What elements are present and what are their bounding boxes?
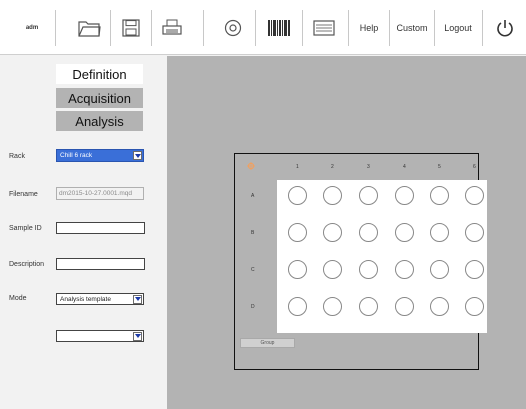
well-D1[interactable]: [288, 297, 307, 316]
chevron-down-icon[interactable]: [133, 151, 142, 160]
toolbar-separator: [151, 10, 152, 46]
description-input[interactable]: [56, 258, 145, 270]
user-label: adm: [25, 25, 39, 31]
well-C5[interactable]: [430, 260, 449, 279]
mode-select[interactable]: Analysis template: [56, 293, 144, 305]
well-A6[interactable]: [465, 186, 484, 205]
help-button[interactable]: Help: [352, 8, 386, 48]
extra-select[interactable]: [56, 330, 144, 342]
filename-field: dm2015-10-27.0001.mqd: [56, 187, 144, 200]
row-label: B: [251, 230, 255, 236]
print-button[interactable]: [153, 8, 191, 48]
well-B1[interactable]: [288, 223, 307, 242]
chevron-down-icon[interactable]: [133, 331, 142, 341]
logout-label: Logout: [444, 23, 472, 33]
toolbar-separator: [389, 10, 390, 46]
column-label: 4: [403, 164, 406, 170]
toolbar-separator: [434, 10, 435, 46]
rack-select-value: Chill 6 rack: [60, 152, 93, 159]
well-D6[interactable]: [465, 297, 484, 316]
row-label: D: [251, 304, 255, 310]
chevron-down-icon[interactable]: [133, 294, 142, 304]
row-label: C: [251, 267, 255, 273]
open-folder-icon: [78, 21, 101, 37]
toolbar-separator: [110, 10, 111, 46]
column-label: 3: [367, 164, 370, 170]
workspace: Group 1 2 3 4 5 6 A B C D: [167, 56, 526, 409]
sample-id-input[interactable]: [56, 222, 145, 234]
well-A5[interactable]: [430, 186, 449, 205]
filename-label: Filename: [9, 191, 38, 198]
well-D2[interactable]: [323, 297, 342, 316]
well-D5[interactable]: [430, 297, 449, 316]
well-B4[interactable]: [395, 223, 414, 242]
mode-label: Mode: [9, 295, 27, 302]
help-label: Help: [359, 23, 379, 33]
toolbar-separator: [203, 10, 204, 46]
well-C6[interactable]: [465, 260, 484, 279]
toolbar-separator: [302, 10, 303, 46]
save-button[interactable]: [113, 8, 149, 48]
crosshair-icon[interactable]: [247, 162, 255, 170]
well-C3[interactable]: [359, 260, 378, 279]
well-C4[interactable]: [395, 260, 414, 279]
well-B5[interactable]: [430, 223, 449, 242]
mode-select-value: Analysis template: [60, 295, 111, 303]
well-C1[interactable]: [288, 260, 307, 279]
sample-id-label: Sample ID: [9, 225, 42, 232]
barcode-button[interactable]: [260, 8, 298, 48]
step-acquisition-button[interactable]: Acquisition: [56, 88, 143, 108]
toolbar-separator: [348, 10, 349, 46]
toolbar-separator: [482, 10, 483, 46]
rack-select[interactable]: Chill 6 rack: [56, 149, 144, 162]
column-label: 5: [438, 164, 441, 170]
toolbar-separator: [255, 10, 256, 46]
power-button[interactable]: [488, 8, 522, 48]
barcode-icon: [268, 20, 290, 36]
user-button[interactable]: adm: [14, 8, 50, 48]
rack-plate: Group 1 2 3 4 5 6 A B C D: [234, 153, 487, 370]
step-analysis-button[interactable]: Analysis: [56, 111, 143, 131]
well-grid: [277, 180, 487, 333]
row-label: A: [251, 193, 255, 199]
target-button[interactable]: [217, 8, 249, 48]
well-D4[interactable]: [395, 297, 414, 316]
description-label: Description: [9, 261, 45, 268]
custom-label: Custom: [396, 23, 428, 33]
toolbar-separator: [55, 10, 56, 46]
keyboard-icon: [313, 20, 335, 36]
column-label: 1: [296, 164, 299, 170]
well-A4[interactable]: [395, 186, 414, 205]
logout-button[interactable]: Logout: [437, 8, 479, 48]
column-label: 6: [473, 164, 476, 170]
group-button[interactable]: Group: [240, 338, 295, 348]
rack-label: Rack: [9, 153, 25, 160]
custom-button[interactable]: Custom: [392, 8, 432, 48]
well-B2[interactable]: [323, 223, 342, 242]
well-D3[interactable]: [359, 297, 378, 316]
column-label: 2: [331, 164, 334, 170]
step-definition-button[interactable]: Definition: [56, 64, 143, 84]
well-A2[interactable]: [323, 186, 342, 205]
print-icon: [162, 19, 182, 35]
keyboard-button[interactable]: [307, 8, 341, 48]
toolbar: adm Help Custom Logout: [0, 0, 526, 55]
target-icon: [224, 19, 242, 37]
power-icon: [497, 20, 513, 37]
well-A1[interactable]: [288, 186, 307, 205]
well-A3[interactable]: [359, 186, 378, 205]
well-B3[interactable]: [359, 223, 378, 242]
well-B6[interactable]: [465, 223, 484, 242]
save-icon: [122, 19, 140, 37]
well-C2[interactable]: [323, 260, 342, 279]
open-button[interactable]: [72, 8, 106, 48]
